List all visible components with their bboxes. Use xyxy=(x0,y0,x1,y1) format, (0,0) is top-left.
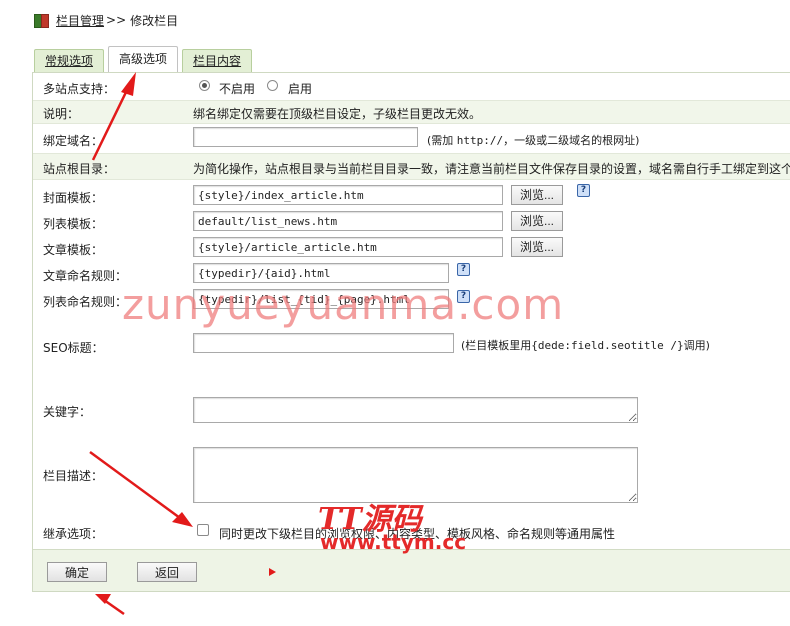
radio-enable[interactable] xyxy=(267,80,278,91)
list-rule-label: 列表命名规则： xyxy=(43,295,128,309)
row-multisite: 多站点支持： 不启用 启用 xyxy=(33,73,790,101)
play-icon xyxy=(269,568,276,576)
site-root-label: 站点根目录： xyxy=(43,162,116,176)
seo-title-hint-code: {dede:field.seotitle /} xyxy=(531,339,684,352)
article-template-input[interactable] xyxy=(193,237,503,257)
inherit-label: 继承选项： xyxy=(43,527,104,541)
cover-browse-button[interactable]: 浏览... xyxy=(511,185,564,205)
radio-disable[interactable] xyxy=(199,80,210,91)
list-template-label: 列表模板： xyxy=(43,217,104,231)
bind-domain-hint-prefix: (需加 xyxy=(427,134,457,147)
article-rule-label: 文章命名规则： xyxy=(43,269,128,283)
confirm-button[interactable]: 确定 xyxy=(47,562,107,582)
breadcrumb-parent-link[interactable]: 栏目管理 xyxy=(56,12,104,29)
keywords-label: 关键字： xyxy=(43,405,92,419)
row-list-template: 列表模板： 浏览... xyxy=(33,209,790,235)
tab-advanced[interactable]: 高级选项 xyxy=(108,46,179,72)
seo-title-hint-suffix: 调用) xyxy=(683,339,710,352)
multisite-label: 多站点支持： xyxy=(43,82,116,96)
arrow-head-confirm-button xyxy=(95,594,111,604)
keywords-textarea[interactable] xyxy=(193,397,638,423)
row-note: 说明： 绑名绑定仅需要在顶级栏目设定，子级栏目更改无效。 xyxy=(33,101,790,124)
seo-title-input[interactable] xyxy=(193,333,454,353)
cover-template-input[interactable] xyxy=(193,185,503,205)
note-text: 绑名绑定仅需要在顶级栏目设定，子级栏目更改无效。 xyxy=(193,107,482,121)
watermark: zunyueyuanma.com xyxy=(122,280,565,329)
book-icon xyxy=(34,13,49,28)
bind-domain-label: 绑定域名： xyxy=(43,134,104,148)
back-button[interactable]: 返回 xyxy=(137,562,197,582)
form-footer: 确定 返回 xyxy=(33,549,790,591)
bind-domain-hint-suffix: ，一级或二级域名的根网址) xyxy=(503,134,640,147)
help-icon[interactable]: ? xyxy=(577,184,590,197)
article-template-label: 文章模板： xyxy=(43,243,104,257)
bind-domain-input[interactable] xyxy=(193,127,418,147)
seo-title-hint-prefix: (栏目模板里用 xyxy=(461,339,532,352)
row-cover-template: 封面模板： 浏览... ? xyxy=(33,183,790,209)
row-seo-title: SEO标题： (栏目模板里用{dede:field.seotitle /}调用) xyxy=(33,329,790,359)
article-browse-button[interactable]: 浏览... xyxy=(511,237,564,257)
seo-title-label: SEO标题： xyxy=(43,341,104,355)
radio-disable-label: 不启用 xyxy=(219,82,256,96)
radio-enable-label: 启用 xyxy=(288,82,313,96)
bind-domain-hint-code: http:// xyxy=(456,134,504,147)
list-browse-button[interactable]: 浏览... xyxy=(511,211,564,231)
row-bind-domain: 绑定域名： (需加 http://，一级或二级域名的根网址) xyxy=(33,124,790,154)
breadcrumb-separator: >> xyxy=(106,13,127,27)
site-root-text: 为简化操作，站点根目录与当前栏目目录一致，请注意当前栏目文件保存目录的设置，域名… xyxy=(193,162,790,176)
breadcrumb-current: 修改栏目 xyxy=(130,13,179,28)
help-icon[interactable]: ? xyxy=(457,263,470,276)
seo-title-hint: (栏目模板里用{dede:field.seotitle /}调用) xyxy=(461,337,710,353)
tab-general[interactable]: 常规选项 xyxy=(34,49,105,72)
row-keywords: 关键字： xyxy=(33,393,790,427)
cover-template-label: 封面模板： xyxy=(43,191,104,205)
description-label: 栏目描述： xyxy=(43,469,104,483)
ttym-url: www.ttym.cc xyxy=(320,530,467,554)
breadcrumb: 栏目管理 >> 修改栏目 xyxy=(34,10,178,30)
list-template-input[interactable] xyxy=(193,211,503,231)
bind-domain-hint: (需加 http://，一级或二级域名的根网址) xyxy=(427,132,639,148)
row-article-template: 文章模板： 浏览... xyxy=(33,235,790,261)
tab-bar: 常规选项 高级选项 栏目内容 xyxy=(34,46,256,72)
note-label: 说明： xyxy=(43,107,80,121)
inherit-checkbox[interactable] xyxy=(197,524,209,536)
tab-content[interactable]: 栏目内容 xyxy=(182,49,253,72)
arrow-to-confirm-button xyxy=(103,598,125,616)
row-site-root: 站点根目录： 为简化操作，站点根目录与当前栏目目录一致，请注意当前栏目文件保存目… xyxy=(33,154,790,180)
